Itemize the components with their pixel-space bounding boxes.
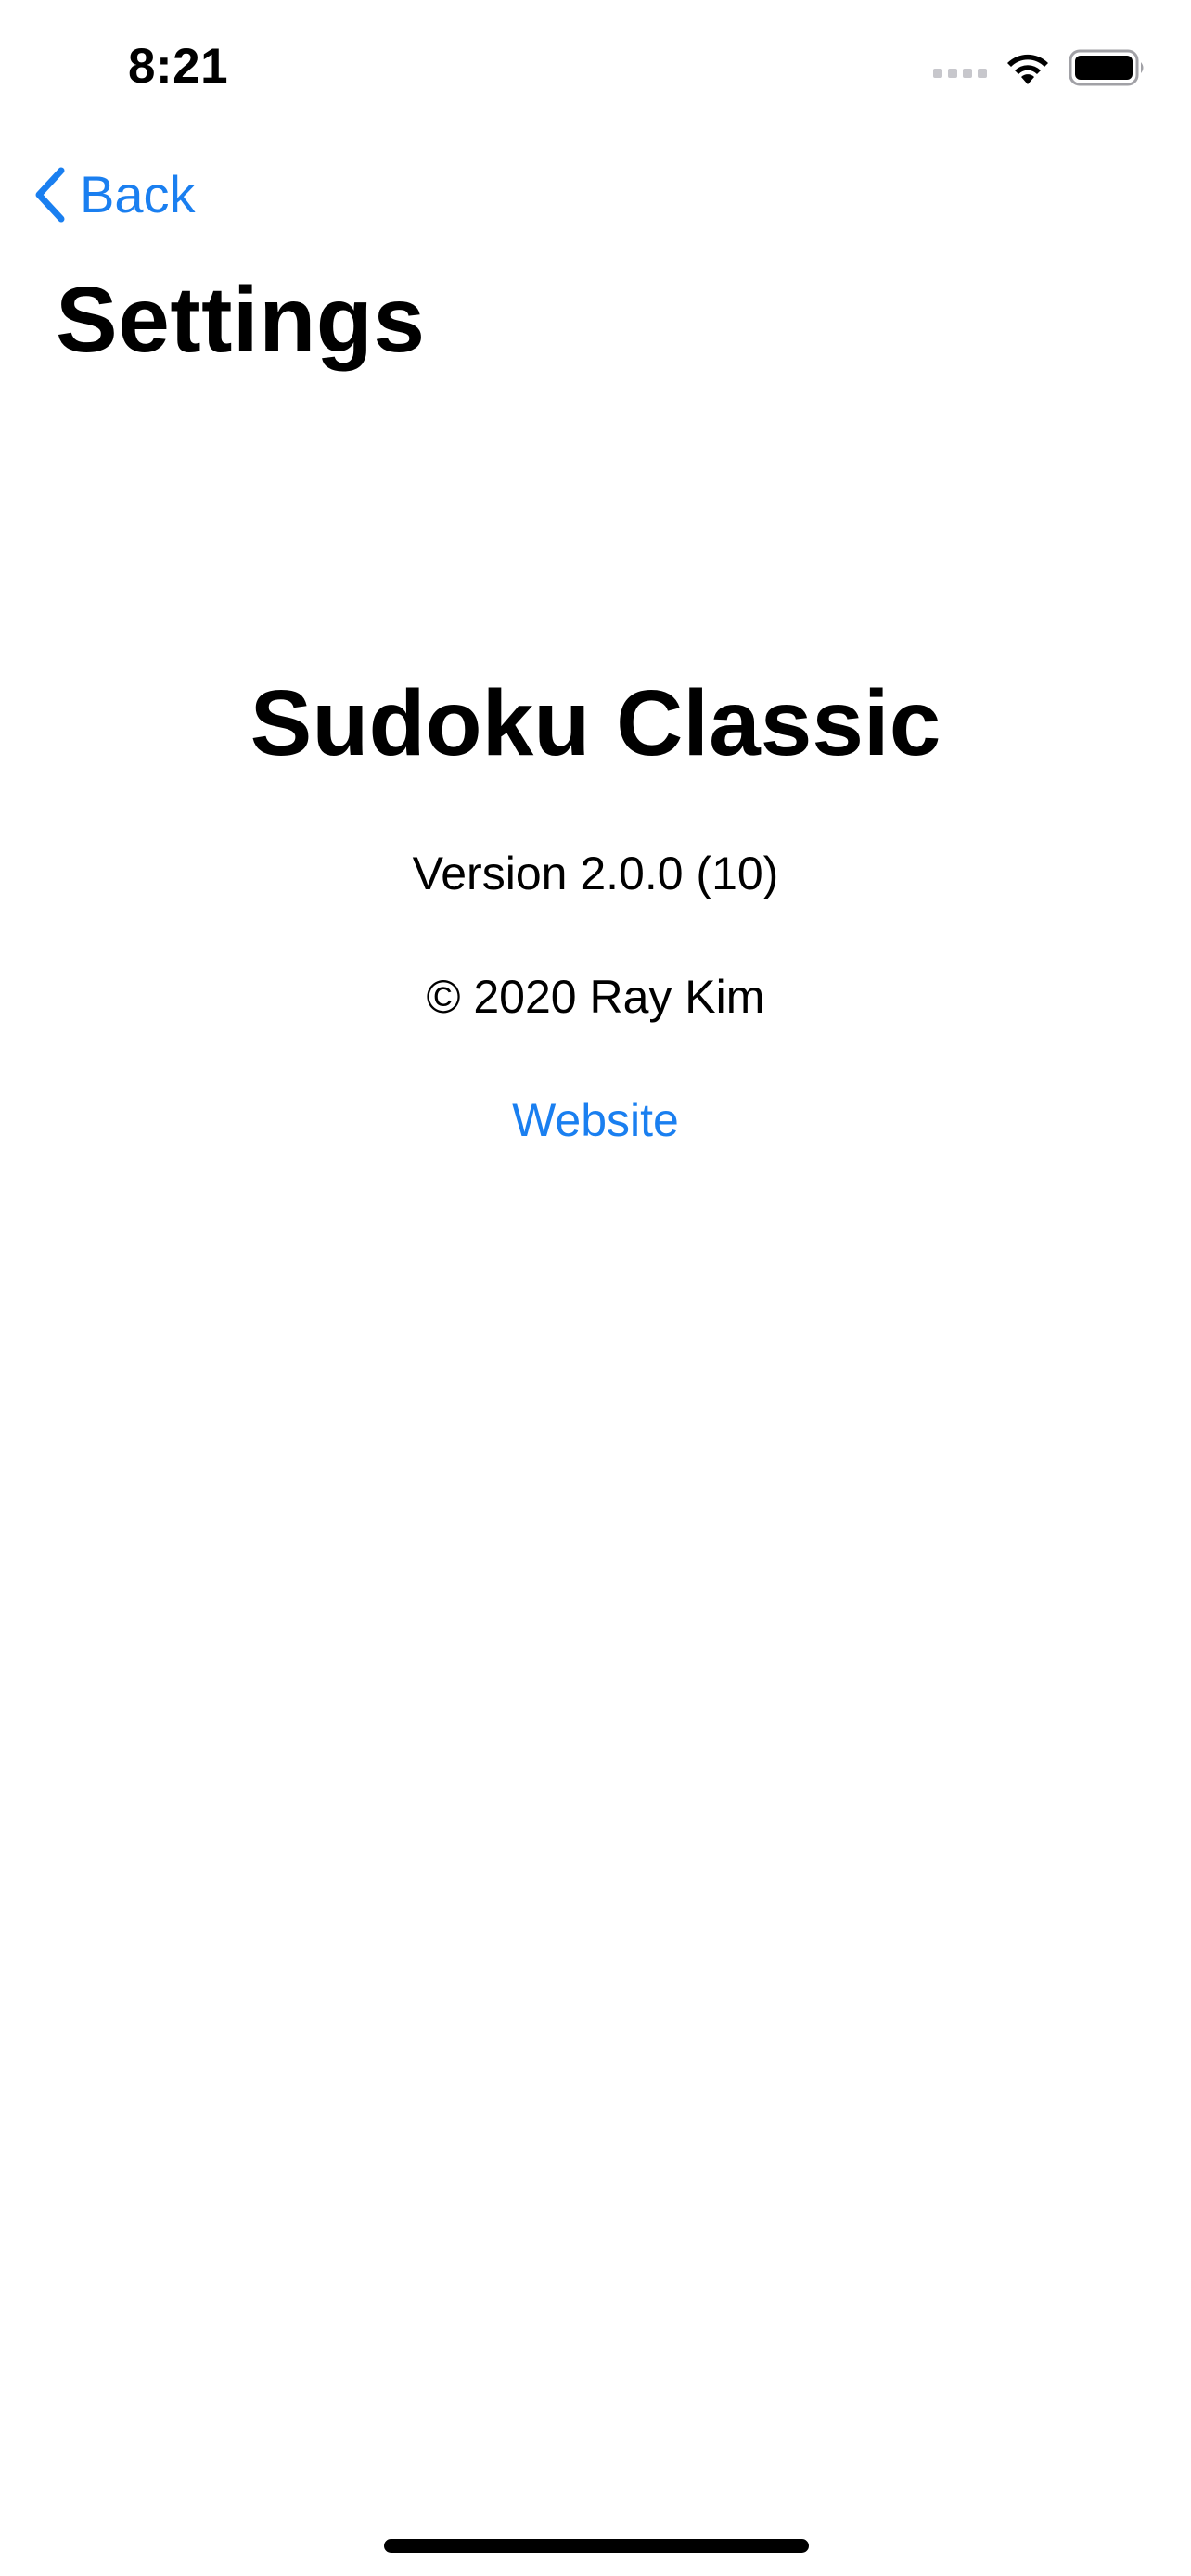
home-indicator[interactable] [384,2539,809,2553]
website-link[interactable]: Website [0,1090,1191,1150]
screen: 8:21 Back Settings Sudoku Classic Versio… [0,0,1191,2576]
status-indicators [933,45,1146,91]
app-name: Sudoku Classic [250,671,941,775]
version-text: Version 2.0.0 (10) [412,848,779,899]
chevron-left-icon [35,167,65,223]
back-label: Back [80,165,196,223]
status-time: 8:21 [128,39,229,94]
copyright-text: © 2020 Ray Kim [426,971,765,1023]
cellular-signal-icon [933,57,987,78]
page-title: Settings [56,268,426,372]
back-button[interactable]: Back [33,158,196,232]
battery-icon [1069,49,1144,86]
wifi-icon [1007,54,1048,84]
